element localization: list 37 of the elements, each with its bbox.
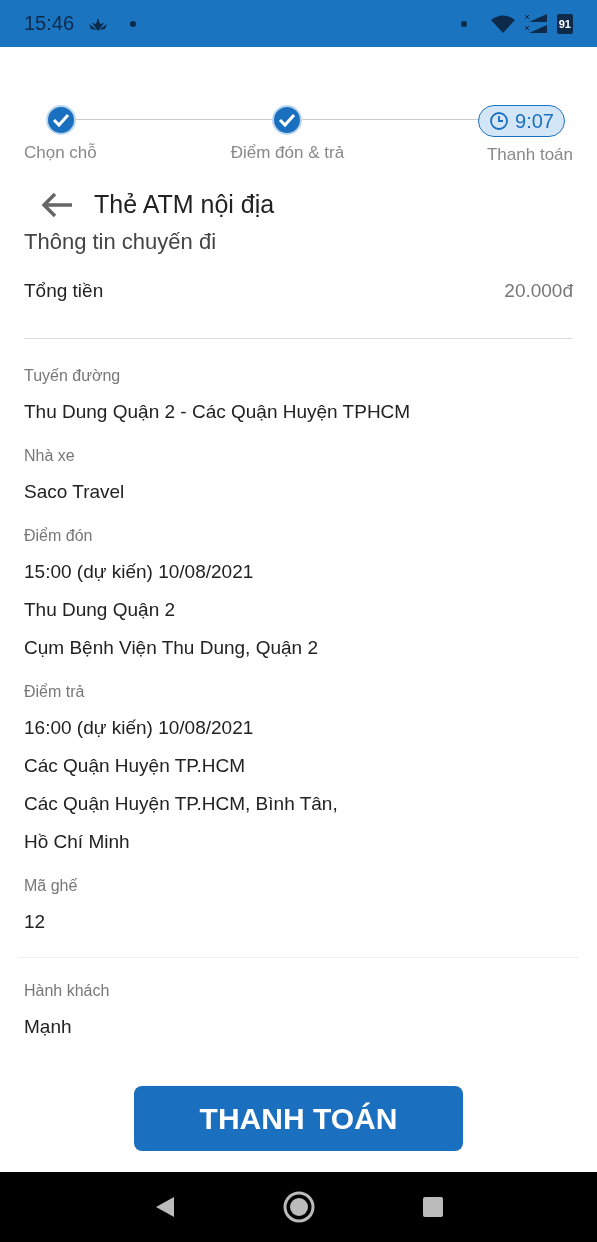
field-value: Thu Dung Quận 2 - Các Quận Huyện TPHCM	[24, 400, 412, 424]
page-title: Thẻ ATM nội địa	[94, 190, 275, 219]
field-value: 12	[24, 910, 47, 934]
leaf-icon	[88, 16, 109, 31]
field-value: Hồ Chí Minh	[24, 830, 131, 854]
field-label: Tuyến đường	[24, 367, 122, 385]
field-label: Hành khách	[24, 982, 111, 1000]
field-label: Nhà xe	[24, 447, 76, 465]
recents-icon[interactable]	[421, 1196, 444, 1218]
field-value: Thu Dung Quận 2	[24, 598, 177, 622]
field-value: Các Quận Huyện TP.HCM, Bình Tân,	[24, 792, 339, 816]
total-amount: 20.000đ	[504, 280, 573, 302]
step-label: Điểm đón & trả	[230, 143, 345, 163]
total-label: Tổng tiền	[24, 280, 104, 302]
timer-text: 9:07	[515, 109, 554, 133]
pay-button[interactable]: THANH TOÁN	[134, 1086, 463, 1151]
field-value: 16:00 (dự kiến) 10/08/2021	[24, 716, 255, 740]
field-label: Điểm trả	[24, 683, 86, 701]
battery-icon: 91	[556, 13, 573, 34]
status-time: 15:46	[24, 12, 75, 35]
signal-icon	[524, 13, 547, 34]
clock-icon	[489, 111, 510, 131]
home-icon[interactable]	[282, 1191, 315, 1223]
field-value: Cụm Bệnh Viện Thu Dung, Quận 2	[24, 636, 319, 660]
field-label: Mã ghế	[24, 877, 79, 895]
back-arrow-icon[interactable]	[40, 191, 74, 218]
field-value: Saco Travel	[24, 480, 126, 504]
wifi-icon	[490, 14, 515, 33]
field-label: Điểm đón	[24, 527, 94, 545]
field-value: Mạnh	[24, 1015, 73, 1039]
notification-dot-icon	[460, 20, 467, 27]
step-label: Thanh toán	[487, 145, 573, 165]
field-value: 15:00 (dự kiến) 10/08/2021	[24, 560, 255, 584]
notification-dot-icon	[130, 20, 137, 27]
field-value: Các Quận Huyện TP.HCM	[24, 754, 247, 778]
step-label: Chọn chỗ	[24, 143, 97, 163]
section-title: Thông tin chuyến đi	[24, 229, 218, 255]
